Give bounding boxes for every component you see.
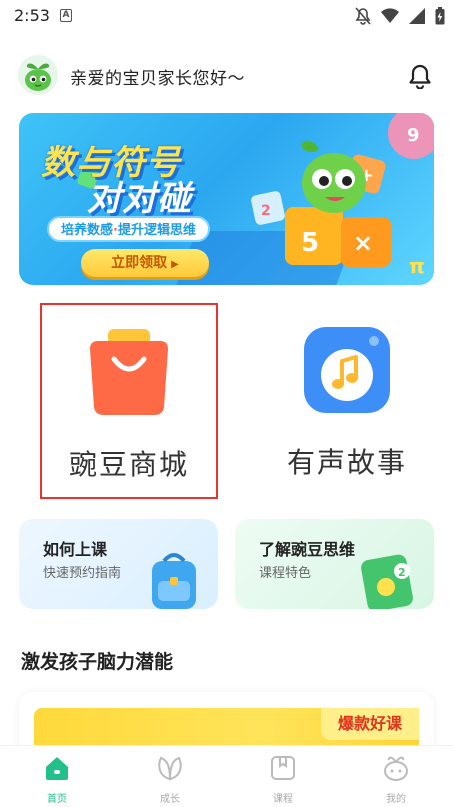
nav-courses[interactable]: 课程 [253, 754, 313, 805]
book-icon [271, 756, 295, 780]
signal-icon [409, 8, 425, 24]
svg-text:9: 9 [407, 125, 420, 146]
avatar[interactable] [18, 55, 58, 95]
nav-mine[interactable]: 我的 [366, 754, 426, 805]
banner-tagline: 培养数感·提升逻辑思维 [47, 216, 210, 242]
play-arrow-icon: ▶ [171, 259, 179, 270]
status-bar: 2:53 A [0, 0, 453, 32]
status-time: 2:53 [14, 6, 50, 25]
svg-text:2: 2 [261, 203, 271, 219]
app-screen: 2:53 A 亲爱的宝贝家长您好～ 9 + 5 × 2 π 数与符号 对对碰 培… [0, 0, 453, 807]
svg-text:5: 5 [301, 228, 319, 258]
status-icons [355, 6, 445, 26]
claim-now-button[interactable]: 立即领取 ▶ [81, 249, 209, 277]
nav-growth[interactable]: 成长 [140, 754, 200, 805]
home-icon [46, 757, 68, 780]
banner-title-line2: 对对碰 [87, 179, 192, 219]
how-to-attend-card[interactable]: 如何上课 快速预约指南 [19, 519, 218, 609]
mall-label: 豌豆商城 [68, 448, 189, 481]
nav-mine-label: 我的 [386, 794, 406, 805]
about-course-card[interactable]: 了解豌豆思维 课程特色 2 [235, 519, 434, 609]
nav-home[interactable]: 首页 [27, 754, 87, 805]
nav-home-label: 首页 [47, 794, 67, 805]
banner-tag-part2: 提升逻辑思维 [117, 223, 196, 238]
bell-icon[interactable] [408, 63, 432, 89]
claim-now-label: 立即领取 [111, 255, 168, 271]
wifi-icon [381, 8, 399, 23]
section-title: 激发孩子脑力潜能 [21, 651, 174, 673]
svg-text:×: × [353, 229, 373, 257]
home-header: 亲爱的宝贝家长您好～ [18, 55, 436, 95]
card-title: 如何上课 [43, 540, 108, 559]
battery-charging-icon [435, 7, 445, 25]
mascot-face-icon [384, 756, 408, 781]
svg-text:2: 2 [398, 566, 406, 579]
pea-mascot-icon [18, 55, 58, 95]
hot-course-badge: 爆款好课 [321, 708, 419, 740]
card-subtitle: 课程特色 [259, 566, 312, 581]
green-book-icon: 2 [361, 554, 413, 609]
music-note-icon [304, 327, 390, 413]
audio-story-label: 有声故事 [286, 446, 407, 479]
shopping-bag-icon [90, 329, 168, 415]
card-title: 了解豌豆思维 [259, 540, 356, 559]
mall-tile[interactable]: 豌豆商城 [40, 303, 218, 499]
audio-story-tile[interactable]: 有声故事 [258, 303, 436, 499]
nav-courses-label: 课程 [273, 794, 293, 805]
leaf-icon [158, 756, 182, 781]
nav-growth-label: 成长 [160, 794, 180, 805]
promo-banner[interactable]: 9 + 5 × 2 π 数与符号 对对碰 培养数感·提升逻辑思维 立即领取 ▶ [19, 113, 434, 285]
card-subtitle: 快速预约指南 [43, 566, 122, 581]
svg-text:π: π [409, 254, 425, 278]
bell-off-icon [355, 7, 371, 25]
greeting-text: 亲爱的宝贝家长您好～ [70, 69, 245, 89]
a-letter-icon: A [60, 9, 72, 22]
banner-tag-part1: 培养数感 [61, 223, 114, 238]
backpack-icon [152, 553, 196, 609]
bottom-nav: 首页 成长 课程 我的 [0, 745, 453, 807]
